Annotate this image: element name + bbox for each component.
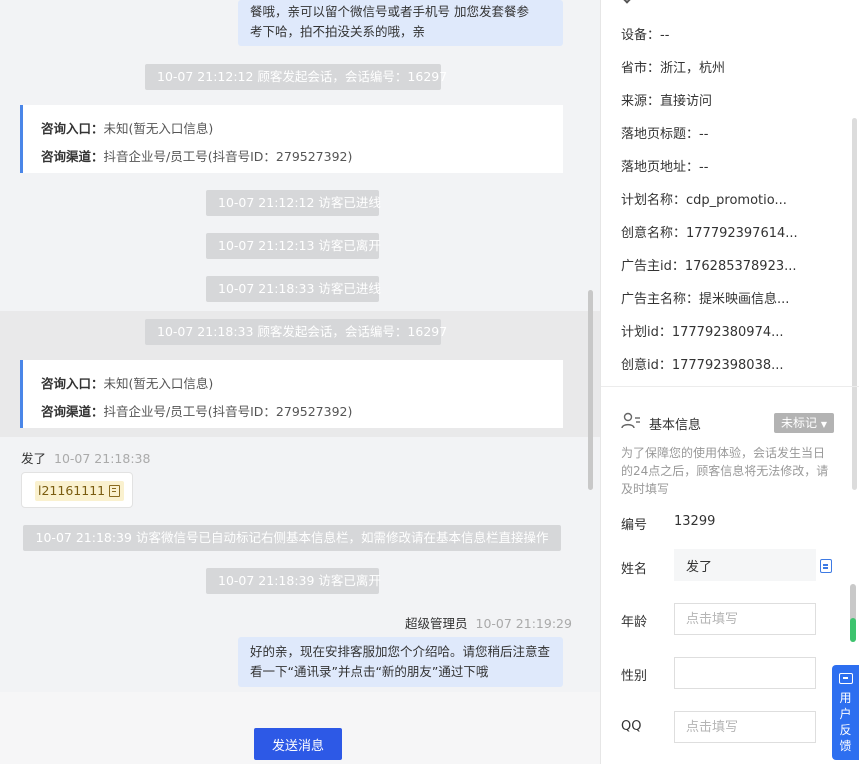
entry-value: 未知(暂无入口信息) (103, 376, 214, 391)
feedback-label: 用户反馈 (839, 691, 852, 753)
edit-hint: 为了保障您的使用体验，会话发生当日的24点之后，顾客信息将无法修改，请及时填写 (621, 446, 829, 496)
system-message-session-start: 10-07 21:18:33 顾客发起会话，会话编号：16297 (145, 319, 447, 345)
age-label: 年龄 (621, 615, 648, 630)
message-icon (838, 673, 853, 684)
system-message-wechat-marked: 10-07 21:18:39 访客微信号已自动标记右侧基本信息栏，如需修改请在基… (23, 525, 561, 551)
system-message-visitor-left: 10-07 21:18:39 访客已离开 (206, 568, 381, 594)
agent-message-line: 考下哈，拍不拍没关系的哦，亲 (250, 24, 426, 39)
entry-label: 咨询入口： (41, 121, 104, 136)
info-advertiser-name: 广告主名称：提米映画信息... (621, 292, 790, 307)
panel-scrollbar[interactable] (852, 118, 857, 490)
qq-label: QQ (621, 719, 642, 734)
channel-value: 抖音企业号/员工号(抖音号ID：279527392) (103, 404, 353, 419)
copy-icon[interactable] (109, 485, 121, 497)
channel-value: 抖音企业号/员工号(抖音号ID：279527392) (103, 149, 353, 164)
send-message-button[interactable]: 发送消息 (254, 728, 342, 760)
basic-info-title: 基本信息 (649, 418, 702, 433)
agent-name: 超级管理员 (405, 616, 468, 631)
system-message-visitor-online: 10-07 21:18:33 访客已进线 (206, 276, 381, 302)
system-message-visitor-left: 10-07 21:12:13 访客已离开 (206, 233, 381, 259)
chat-area: 餐哦，亲可以留个微信号或者手机号 加您发套餐参 考下哈，拍不拍没关系的哦，亲 1… (0, 0, 600, 764)
form-scrollbar[interactable] (850, 584, 856, 642)
gender-label: 性别 (621, 669, 648, 684)
consult-info-card: 咨询入口：未知(暂无入口信息) 咨询渠道：抖音企业号/员工号(抖音号ID：279… (20, 360, 563, 428)
wechat-id-chip[interactable]: l21161111 (35, 481, 125, 501)
agent-message-bubble: 好的亲，现在安排客服加您个介绍哈。请您稍后注意查 看一下“通讯录”并点击“新的朋… (238, 637, 563, 687)
gender-field[interactable] (674, 657, 816, 689)
visitor-message-bubble: l21161111 (21, 472, 133, 508)
info-plan-id: 计划id：177792380974... (621, 325, 784, 340)
tag-dropdown-label: 未标记 (781, 416, 818, 430)
chevron-down-icon[interactable] (621, 0, 633, 4)
agent-message-line: 餐哦，亲可以留个微信号或者手机号 加您发套餐参 (250, 4, 529, 19)
name-label: 姓名 (621, 562, 648, 577)
entry-label: 咨询入口： (41, 376, 104, 391)
agent-sender-line: 超级管理员 10-07 21:19:29 (405, 613, 572, 632)
id-value: 13299 (674, 514, 716, 529)
visitor-sender-line: 发了 10-07 21:18:38 (21, 448, 150, 467)
info-device: 设备：-- (621, 28, 670, 43)
caret-down-icon: ▼ (820, 420, 827, 429)
visitor-message-time: 10-07 21:18:38 (54, 451, 151, 466)
system-message-visitor-online: 10-07 21:12:12 访客已进线 (206, 190, 381, 216)
info-source: 来源：直接访问 (621, 94, 713, 109)
consult-info-card: 咨询入口：未知(暂无入口信息) 咨询渠道：抖音企业号/员工号(抖音号ID：279… (20, 105, 563, 173)
chat-scrollbar[interactable] (588, 290, 593, 490)
info-creative-id: 创意id：177792398038... (621, 358, 784, 373)
wechat-id-text: l21161111 (38, 483, 106, 498)
qq-field[interactable] (674, 711, 816, 743)
section-divider (601, 386, 859, 387)
agent-message-line: 好的亲，现在安排客服加您个介绍哈。请您稍后注意查 (250, 644, 551, 659)
info-creative-name: 创意名称：177792397614... (621, 226, 798, 241)
channel-label: 咨询渠道： (41, 149, 104, 164)
feedback-button[interactable]: 用户反馈 (832, 665, 859, 760)
age-field[interactable] (674, 603, 816, 635)
info-region: 省市：浙江，杭州 (621, 61, 726, 76)
agent-message-line: 看一下“通讯录”并点击“新的朋友”通过下哦 (250, 664, 489, 679)
tag-dropdown[interactable]: 未标记 ▼ (774, 413, 834, 433)
user-list-icon (621, 412, 640, 429)
agent-message-time: 10-07 21:19:29 (475, 616, 572, 631)
info-plan-name: 计划名称：cdp_promotio... (621, 193, 787, 208)
agent-message-bubble: 餐哦，亲可以留个微信号或者手机号 加您发套餐参 考下哈，拍不拍没关系的哦，亲 (238, 0, 563, 46)
customer-info-panel: 设备：-- 省市：浙江，杭州 来源：直接访问 落地页标题：-- 落地页地址：--… (601, 0, 859, 764)
visitor-name: 发了 (21, 451, 47, 466)
channel-label: 咨询渠道： (41, 404, 104, 419)
name-field[interactable] (674, 549, 816, 581)
info-advertiser-id: 广告主id：176285378923... (621, 259, 797, 274)
copy-icon[interactable] (820, 559, 832, 573)
id-label: 编号 (621, 518, 648, 533)
info-landing-title: 落地页标题：-- (621, 127, 709, 142)
info-landing-url: 落地页地址：-- (621, 160, 709, 175)
entry-value: 未知(暂无入口信息) (103, 121, 214, 136)
system-message-session-start: 10-07 21:12:12 顾客发起会话，会话编号：16297 (145, 64, 447, 90)
